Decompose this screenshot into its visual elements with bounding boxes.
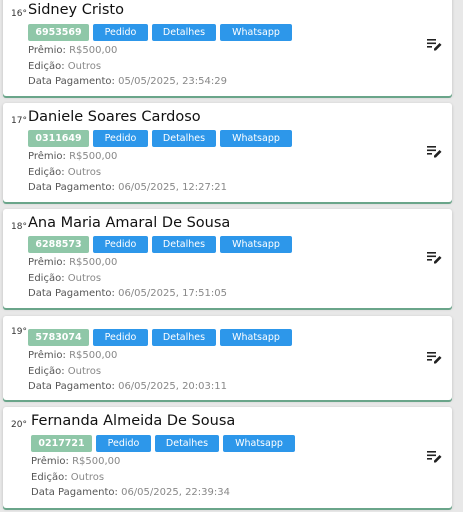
pedido-button[interactable]: Pedido — [93, 236, 148, 253]
pedido-button[interactable]: Pedido — [93, 130, 148, 147]
data-pagamento-row: Data Pagamento: 06/05/2025, 22:39:34 — [31, 485, 230, 501]
edicao-label: Edição: — [28, 272, 65, 284]
premio-row: Prêmio: R$500,00 — [28, 348, 227, 364]
winner-card: 18° Ana Maria Amaral De Sousa 6288573 Pe… — [3, 209, 452, 308]
card-actions: 6288573 Pedido Detalhes Whatsapp — [28, 236, 292, 253]
rank-label: 20° — [11, 420, 27, 430]
winner-card: 17° Daniele Soares Cardoso 0311649 Pedid… — [3, 103, 452, 202]
premio-value: R$500,00 — [69, 350, 118, 361]
ticket-code-badge: 5783074 — [28, 329, 89, 346]
data-pagamento-value: 06/05/2025, 20:03:11 — [118, 381, 227, 393]
winner-name: Sidney Cristo — [28, 2, 124, 18]
whatsapp-button[interactable]: Whatsapp — [223, 435, 295, 452]
edicao-label: Edição: — [31, 471, 68, 483]
card-info: Prêmio: R$500,00 Edição: Outros Data Pag… — [28, 348, 227, 395]
ticket-code-badge: 0311649 — [28, 130, 89, 147]
ticket-code-badge: 6288573 — [28, 236, 89, 253]
edit-note-icon[interactable] — [427, 351, 443, 365]
card-info: Prêmio: R$500,00 Edição: Outros Data Pag… — [28, 255, 227, 302]
pedido-button[interactable]: Pedido — [93, 329, 148, 346]
edit-note-icon[interactable] — [427, 251, 443, 265]
detalhes-button[interactable]: Detalhes — [152, 24, 216, 41]
card-actions: 6953569 Pedido Detalhes Whatsapp — [28, 24, 292, 41]
detalhes-button[interactable]: Detalhes — [152, 130, 216, 147]
edicao-value: Outros — [70, 471, 105, 483]
premio-value: R$500,00 — [69, 257, 118, 268]
edit-note-icon[interactable] — [427, 38, 443, 52]
edicao-label: Edição: — [28, 60, 65, 72]
data-pagamento-label: Data Pagamento: — [31, 487, 118, 499]
premio-value: R$500,00 — [69, 45, 118, 56]
edicao-label: Edição: — [28, 365, 65, 377]
premio-label: Prêmio: — [28, 151, 66, 162]
detalhes-button[interactable]: Detalhes — [152, 329, 216, 346]
rank-label: 16° — [11, 9, 27, 19]
rank-label: 17° — [11, 116, 27, 126]
premio-row: Prêmio: R$500,00 — [28, 43, 227, 59]
premio-row: Prêmio: R$500,00 — [28, 255, 227, 271]
data-pagamento-row: Data Pagamento: 06/05/2025, 12:27:21 — [28, 180, 227, 196]
card-info: Prêmio: R$500,00 Edição: Outros Data Pag… — [28, 149, 227, 196]
premio-row: Prêmio: R$500,00 — [28, 149, 227, 165]
edicao-label: Edição: — [28, 166, 65, 178]
data-pagamento-label: Data Pagamento: — [28, 76, 115, 88]
pedido-button[interactable]: Pedido — [96, 435, 151, 452]
premio-row: Prêmio: R$500,00 — [31, 454, 230, 470]
edicao-value: Outros — [67, 272, 102, 284]
data-pagamento-row: Data Pagamento: 06/05/2025, 20:03:11 — [28, 379, 227, 395]
ticket-code-badge: 6953569 — [28, 24, 89, 41]
detalhes-button[interactable]: Detalhes — [152, 236, 216, 253]
detalhes-button[interactable]: Detalhes — [155, 435, 219, 452]
edicao-value: Outros — [67, 365, 102, 377]
edicao-row: Edição: Outros — [31, 470, 230, 486]
edit-note-icon[interactable] — [427, 450, 443, 464]
rank-label: 19° — [11, 327, 27, 337]
data-pagamento-value: 06/05/2025, 12:27:21 — [118, 182, 227, 194]
whatsapp-button[interactable]: Whatsapp — [220, 236, 292, 253]
data-pagamento-label: Data Pagamento: — [28, 381, 115, 393]
edit-note-icon[interactable] — [427, 145, 443, 159]
data-pagamento-value: 06/05/2025, 22:39:34 — [121, 487, 230, 499]
whatsapp-button[interactable]: Whatsapp — [220, 130, 292, 147]
edicao-row: Edição: Outros — [28, 165, 227, 181]
data-pagamento-row: Data Pagamento: 06/05/2025, 17:51:05 — [28, 286, 227, 302]
winner-name: Daniele Soares Cardoso — [28, 109, 201, 125]
card-info: Prêmio: R$500,00 Edição: Outros Data Pag… — [28, 43, 227, 90]
edicao-row: Edição: Outros — [28, 271, 227, 287]
winner-card: 19° 5783074 Pedido Detalhes Whatsapp Prê… — [3, 316, 452, 400]
whatsapp-button[interactable]: Whatsapp — [220, 329, 292, 346]
edicao-value: Outros — [67, 60, 102, 72]
ticket-code-badge: 0217721 — [31, 435, 92, 452]
card-info: Prêmio: R$500,00 Edição: Outros Data Pag… — [31, 454, 230, 501]
edicao-row: Edição: Outros — [28, 59, 227, 75]
premio-value: R$500,00 — [69, 151, 118, 162]
premio-label: Prêmio: — [28, 350, 66, 361]
card-actions: 5783074 Pedido Detalhes Whatsapp — [28, 329, 292, 346]
premio-label: Prêmio: — [28, 45, 66, 56]
data-pagamento-value: 06/05/2025, 17:51:05 — [118, 288, 227, 300]
whatsapp-button[interactable]: Whatsapp — [220, 24, 292, 41]
card-actions: 0217721 Pedido Detalhes Whatsapp — [31, 435, 295, 452]
card-actions: 0311649 Pedido Detalhes Whatsapp — [28, 130, 292, 147]
data-pagamento-value: 05/05/2025, 23:54:29 — [118, 76, 227, 88]
winner-card: 20° Fernanda Almeida De Sousa 0217721 Pe… — [3, 407, 452, 508]
data-pagamento-label: Data Pagamento: — [28, 288, 115, 300]
pedido-button[interactable]: Pedido — [93, 24, 148, 41]
premio-label: Prêmio: — [31, 456, 69, 467]
premio-label: Prêmio: — [28, 257, 66, 268]
winner-name: Fernanda Almeida De Sousa — [31, 413, 236, 429]
winner-card: 16° Sidney Cristo 6953569 Pedido Detalhe… — [3, 0, 452, 96]
rank-label: 18° — [11, 222, 27, 232]
premio-value: R$500,00 — [72, 456, 121, 467]
winner-name: Ana Maria Amaral De Sousa — [28, 215, 231, 231]
data-pagamento-row: Data Pagamento: 05/05/2025, 23:54:29 — [28, 74, 227, 90]
data-pagamento-label: Data Pagamento: — [28, 182, 115, 194]
edicao-value: Outros — [67, 166, 102, 178]
edicao-row: Edição: Outros — [28, 364, 227, 380]
